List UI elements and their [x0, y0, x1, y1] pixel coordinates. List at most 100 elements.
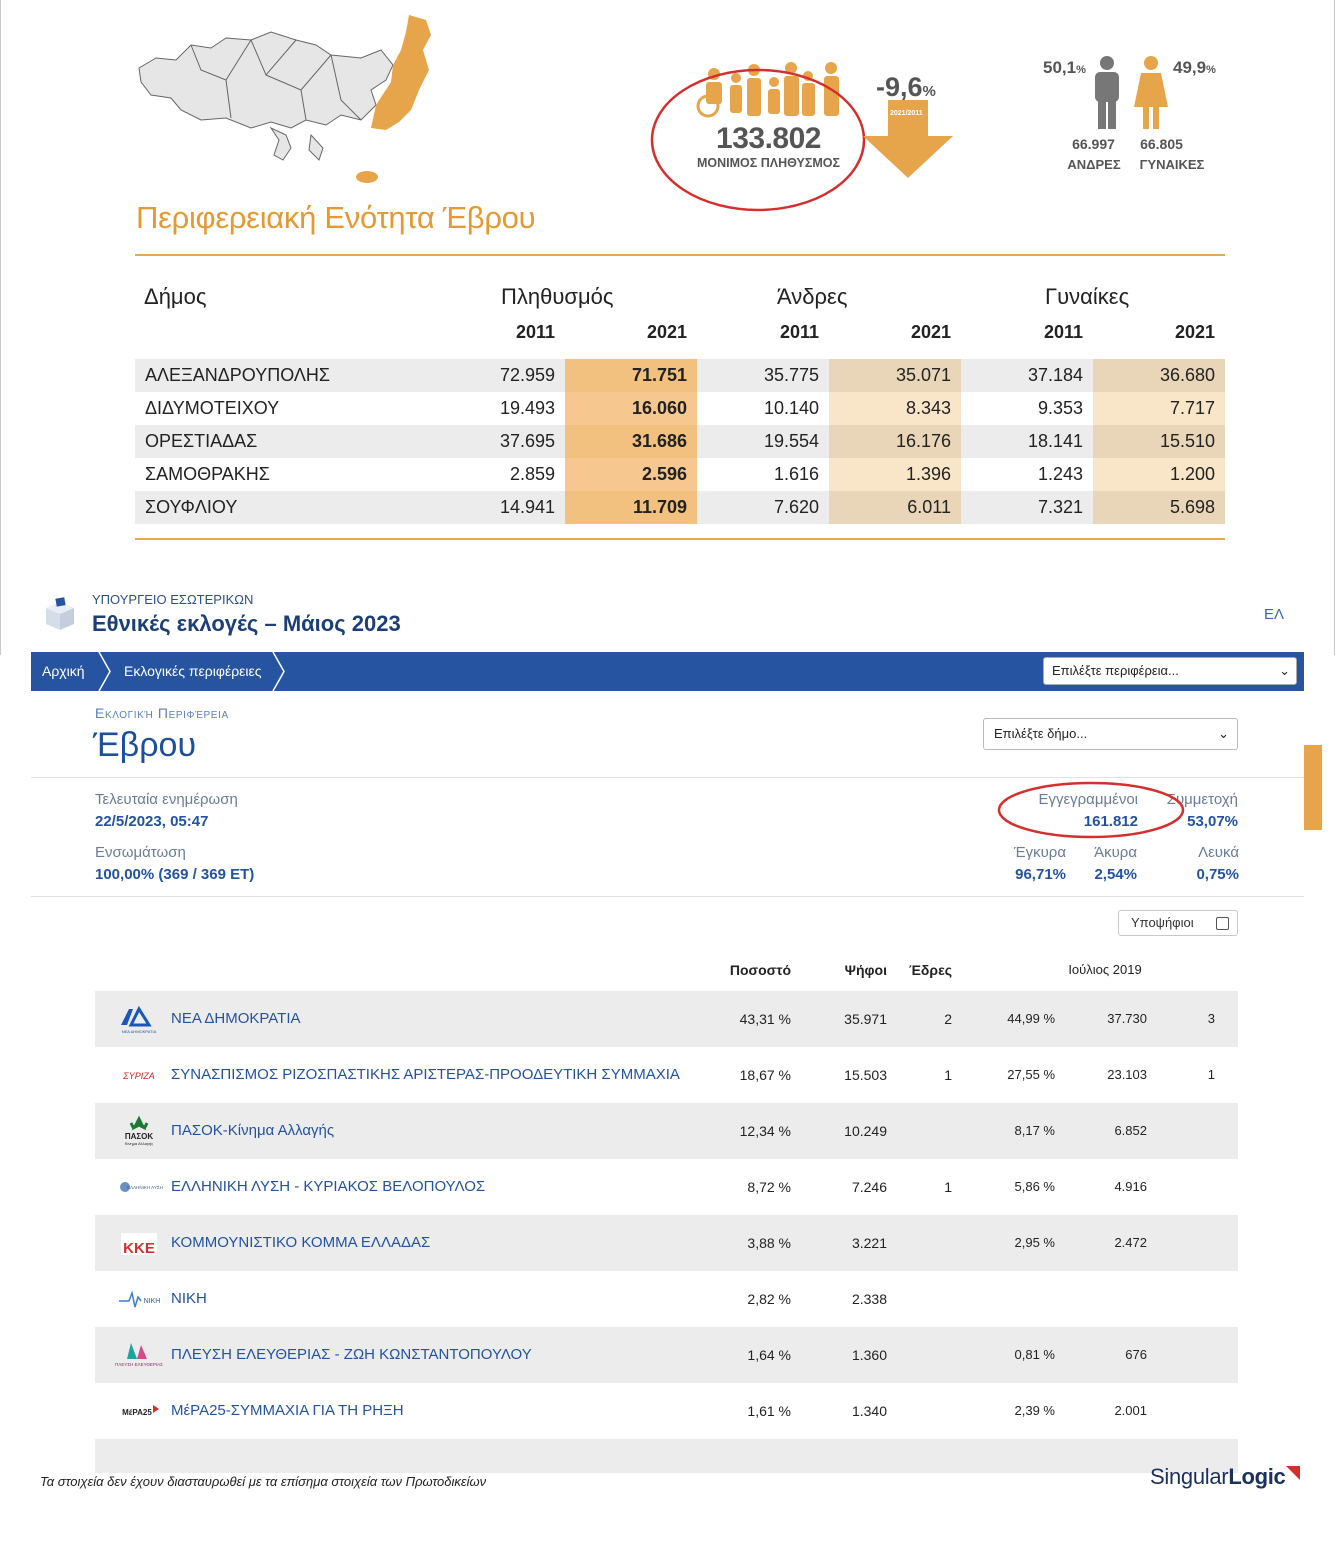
party-row[interactable]: ΠΑΣΟΚ Κίνημα Αλλαγής ΠΑΣΟΚ-Κίνημα Αλλαγής 1…: [95, 1103, 1238, 1159]
population-change-value: -9,6: [876, 72, 923, 102]
side-scroll-tab[interactable]: [1304, 745, 1322, 830]
region-kicker: Εκλογική Περιφέρεια: [95, 705, 229, 721]
cell-m2011: 19.554: [763, 431, 819, 451]
svg-text:Κίνημα Αλλαγής: Κίνημα Αλλαγής: [125, 1141, 153, 1146]
table-row: ΣΟΥΦΛΙΟΥ 14.941 11.709 7.620 6.011 7.321 5.698: [135, 491, 1225, 524]
party-row[interactable]: ΚΚΕ ΚΟΜΜΟΥΝΙΣΤΙΚΟ ΚΟΜΜΑ ΕΛΛΑΔΑΣ 3,88 % 3.22…: [95, 1215, 1238, 1271]
party-name[interactable]: ΝΙΚΗ: [171, 1271, 207, 1327]
cell-w2021: 36.680: [1093, 359, 1225, 392]
census-infographic: Περιφερειακή Ενότητα Έβρου 133.802 ΜΟΝΙΜ…: [0, 0, 1335, 655]
nd-logo-icon: ΝΕΑ ΔΗΜΟΚΡΑΤΙΑ: [115, 1003, 163, 1035]
party-name[interactable]: ΚΟΜΜΟΥΝΙΣΤΙΚΟ ΚΟΜΜΑ ΕΛΛΑΔΑΣ: [171, 1215, 430, 1271]
party-row[interactable]: ΕΛΛΗΝΙΚΗ ΛΥΣΗ ΕΛΛΗΝΙΚΗ ΛΥΣΗ - ΚΥΡΙΑΚΟΣ ΒΕ…: [95, 1159, 1238, 1215]
party-seats: 1: [944, 1067, 952, 1083]
chevron-down-icon: ⌄: [1218, 726, 1229, 741]
year-header: 2011: [779, 322, 819, 342]
region-title: Περιφερειακή Ενότητα Έβρου: [136, 200, 536, 235]
candidates-checkbox[interactable]: [1216, 917, 1229, 930]
population-change: -9,6%: [876, 72, 936, 103]
col-women: Γυναίκες: [1045, 284, 1130, 309]
party-percentage: 12,34 %: [739, 1123, 791, 1139]
party-row[interactable]: ΜέΡΑ25 ΜέΡΑ25-ΣΥΜΜΑΧΙΑ ΓΙΑ ΤΗ ΡΗΞΗ 1,61 % 1…: [95, 1383, 1238, 1439]
table-row: ΑΛΕΞΑΝΔΡΟΥΠΟΛΗΣ 72.959 71.751 35.775 35.071 3…: [135, 359, 1225, 392]
year-header: 2021: [1174, 322, 1215, 342]
party-row[interactable]: ΝΙΚΗ ΝΙΚΗ 2,82 % 2.338: [95, 1271, 1238, 1327]
col-percentage: Ποσοστό: [729, 962, 791, 978]
previous-votes: 4.916: [1114, 1179, 1147, 1194]
ministry-name: ΥΠΟΥΡΓΕΙΟ ΕΣΩΤΕΡΙΚΩΝ: [92, 592, 254, 607]
svg-text:ΕΛΛΗΝΙΚΗ ΛΥΣΗ: ΕΛΛΗΝΙΚΗ ΛΥΣΗ: [127, 1185, 163, 1190]
kke-logo-icon: ΚΚΕ: [115, 1227, 163, 1259]
cell-m2011: 7.620: [773, 497, 819, 517]
col-votes: Ψήφοι: [844, 962, 887, 978]
results-table: ΝΕΑ ΔΗΜΟΚΡΑΤΙΑ ΝΕΑ ΔΗΜΟΚΡΑΤΙΑ 43,31 % 35.97…: [95, 991, 1238, 1473]
party-row-partial: [95, 1439, 1238, 1473]
cell-p2011: 19.493: [499, 398, 555, 418]
site-title[interactable]: Εθνικές εκλογές – Μάιος 2023: [92, 611, 401, 637]
previous-percentage: 44,99 %: [1007, 1011, 1055, 1026]
cell-w2021: 5.698: [1093, 491, 1225, 524]
previous-percentage: 2,95 %: [1014, 1235, 1055, 1250]
cell-w2011: 9.353: [1037, 398, 1083, 418]
men-pct-value: 50,1: [1043, 58, 1077, 77]
disclaimer-footnote: Τα στοιχεία δεν έχουν διασταυρωθεί με τα…: [40, 1474, 487, 1489]
breadcrumb: Αρχική Εκλογικές περιφέρειες Επιλέξτε πε…: [31, 652, 1304, 691]
incorporation-value: 100,00% (369 / 369 ΕΤ): [95, 866, 255, 883]
annotation-circle: [650, 68, 866, 212]
col-seats: Έδρες: [908, 962, 952, 978]
divider: [31, 896, 1304, 897]
brand-part2: Logic: [1228, 1464, 1286, 1489]
party-name[interactable]: ΕΛΛΗΝΙΚΗ ΛΥΣΗ - ΚΥΡΙΑΚΟΣ ΒΕΛΟΠΟΥΛΟΣ: [171, 1159, 485, 1215]
invalid-value: 2,54%: [1094, 866, 1137, 883]
party-percentage: 1,64 %: [747, 1347, 791, 1363]
breadcrumb-home[interactable]: Αρχική: [42, 652, 85, 691]
cell-w2011: 18.141: [1027, 431, 1083, 451]
last-update-label: Τελευταία ενημέρωση: [95, 791, 238, 808]
cell-p2021: 2.596: [565, 458, 697, 491]
party-name[interactable]: ΝΕΑ ΔΗΜΟΚΡΑΤΙΑ: [171, 991, 301, 1047]
language-switch[interactable]: ΕΛ: [1264, 606, 1284, 623]
table-group-header: Δήμος Πληθυσμός Άνδρες Γυναίκες: [135, 280, 1225, 318]
party-percentage: 1,61 %: [747, 1403, 791, 1419]
party-row[interactable]: ΝΕΑ ΔΗΜΟΚΡΑΤΙΑ ΝΕΑ ΔΗΜΟΚΡΑΤΙΑ 43,31 % 35.97…: [95, 991, 1238, 1047]
party-votes: 15.503: [844, 1067, 887, 1083]
previous-seats: 3: [1207, 1011, 1215, 1026]
region-select[interactable]: Επιλέξτε περιφέρεια... ⌄: [1043, 657, 1297, 685]
population-change-unit: %: [922, 83, 936, 100]
svg-text:ΝΕΑ ΔΗΜΟΚΡΑΤΙΑ: ΝΕΑ ΔΗΜΟΚΡΑΤΙΑ: [122, 1029, 157, 1034]
previous-votes: 2.472: [1114, 1235, 1147, 1250]
cell-p2021: 11.709: [565, 491, 697, 524]
blank-value: 0,75%: [1196, 866, 1239, 883]
breadcrumb-regions[interactable]: Εκλογικές περιφέρειες: [124, 652, 262, 691]
party-name[interactable]: ΠΑΣΟΚ-Κίνημα Αλλαγής: [171, 1103, 334, 1159]
party-percentage: 18,67 %: [739, 1067, 791, 1083]
brand-mark-icon: [1285, 1466, 1300, 1480]
year-header: 2021: [910, 322, 951, 342]
elliniki-lysi-logo-icon: ΕΛΛΗΝΙΚΗ ΛΥΣΗ: [115, 1171, 163, 1203]
party-name[interactable]: ΠΛΕΥΣΗ ΕΛΕΥΘΕΡΙΑΣ - ΖΩΗ ΚΩΝΣΤΑΝΤΟΠΟΥΛΟΥ: [171, 1327, 532, 1383]
region-map: [138, 15, 431, 183]
blank-label: Λευκά: [1198, 844, 1239, 861]
party-name[interactable]: ΣΥΝΑΣΠΙΣΜΟΣ ΡΙΖΟΣΠΑΣΤΙΚΗΣ ΑΡΙΣΤΕΡΑΣ-ΠΡΟΟ…: [171, 1047, 680, 1103]
svg-text:ΣΥΡΙΖΑ: ΣΥΡΙΖΑ: [122, 1071, 154, 1081]
table-body: ΑΛΕΞΑΝΔΡΟΥΠΟΛΗΣ 72.959 71.751 35.775 35.071 3…: [135, 359, 1225, 524]
svg-text:ΚΚΕ: ΚΚΕ: [123, 1240, 155, 1257]
candidates-toggle[interactable]: Υποψήφιοι: [1118, 910, 1238, 936]
party-row[interactable]: ΣΥΡΙΖΑ ΣΥΝΑΣΠΙΣΜΟΣ ΡΙΖΟΣΠΑΣΤΙΚΗΣ ΑΡΙΣΤΕΡΑ…: [95, 1047, 1238, 1103]
party-votes: 35.971: [844, 1011, 887, 1027]
man-icon: [1095, 56, 1119, 129]
syriza-logo-icon: ΣΥΡΙΖΑ: [115, 1059, 163, 1091]
municipality-select[interactable]: Επιλέξτε δήμο... ⌄: [983, 718, 1238, 750]
svg-text:ΠΛΕΥΣΗ ΕΛΕΥΘΕΡΙΑΣ: ΠΛΕΥΣΗ ΕΛΕΥΘΕΡΙΑΣ: [115, 1362, 163, 1367]
cell-p2011: 37.695: [499, 431, 555, 451]
candidates-toggle-label: Υποψήφιοι: [1131, 915, 1194, 930]
brand-part1: Singular: [1150, 1464, 1229, 1489]
party-percentage: 43,31 %: [739, 1011, 791, 1027]
table-row: ΔΙΔΥΜΟΤΕΙΧΟΥ 19.493 16.060 10.140 8.343 9.353…: [135, 392, 1225, 425]
party-row[interactable]: ΠΛΕΥΣΗ ΕΛΕΥΘΕΡΙΑΣ ΠΛΕΥΣΗ ΕΛΕΥΘΕΡΙΑΣ - ΖΩΗ…: [95, 1327, 1238, 1383]
party-votes: 1.360: [851, 1347, 887, 1363]
cell-w2011: 1.243: [1037, 464, 1083, 484]
previous-votes: 2.001: [1114, 1403, 1147, 1418]
cell-w2021: 15.510: [1093, 425, 1225, 458]
party-name[interactable]: ΜέΡΑ25-ΣΥΜΜΑΧΙΑ ΓΙΑ ΤΗ ΡΗΞΗ: [171, 1383, 404, 1439]
